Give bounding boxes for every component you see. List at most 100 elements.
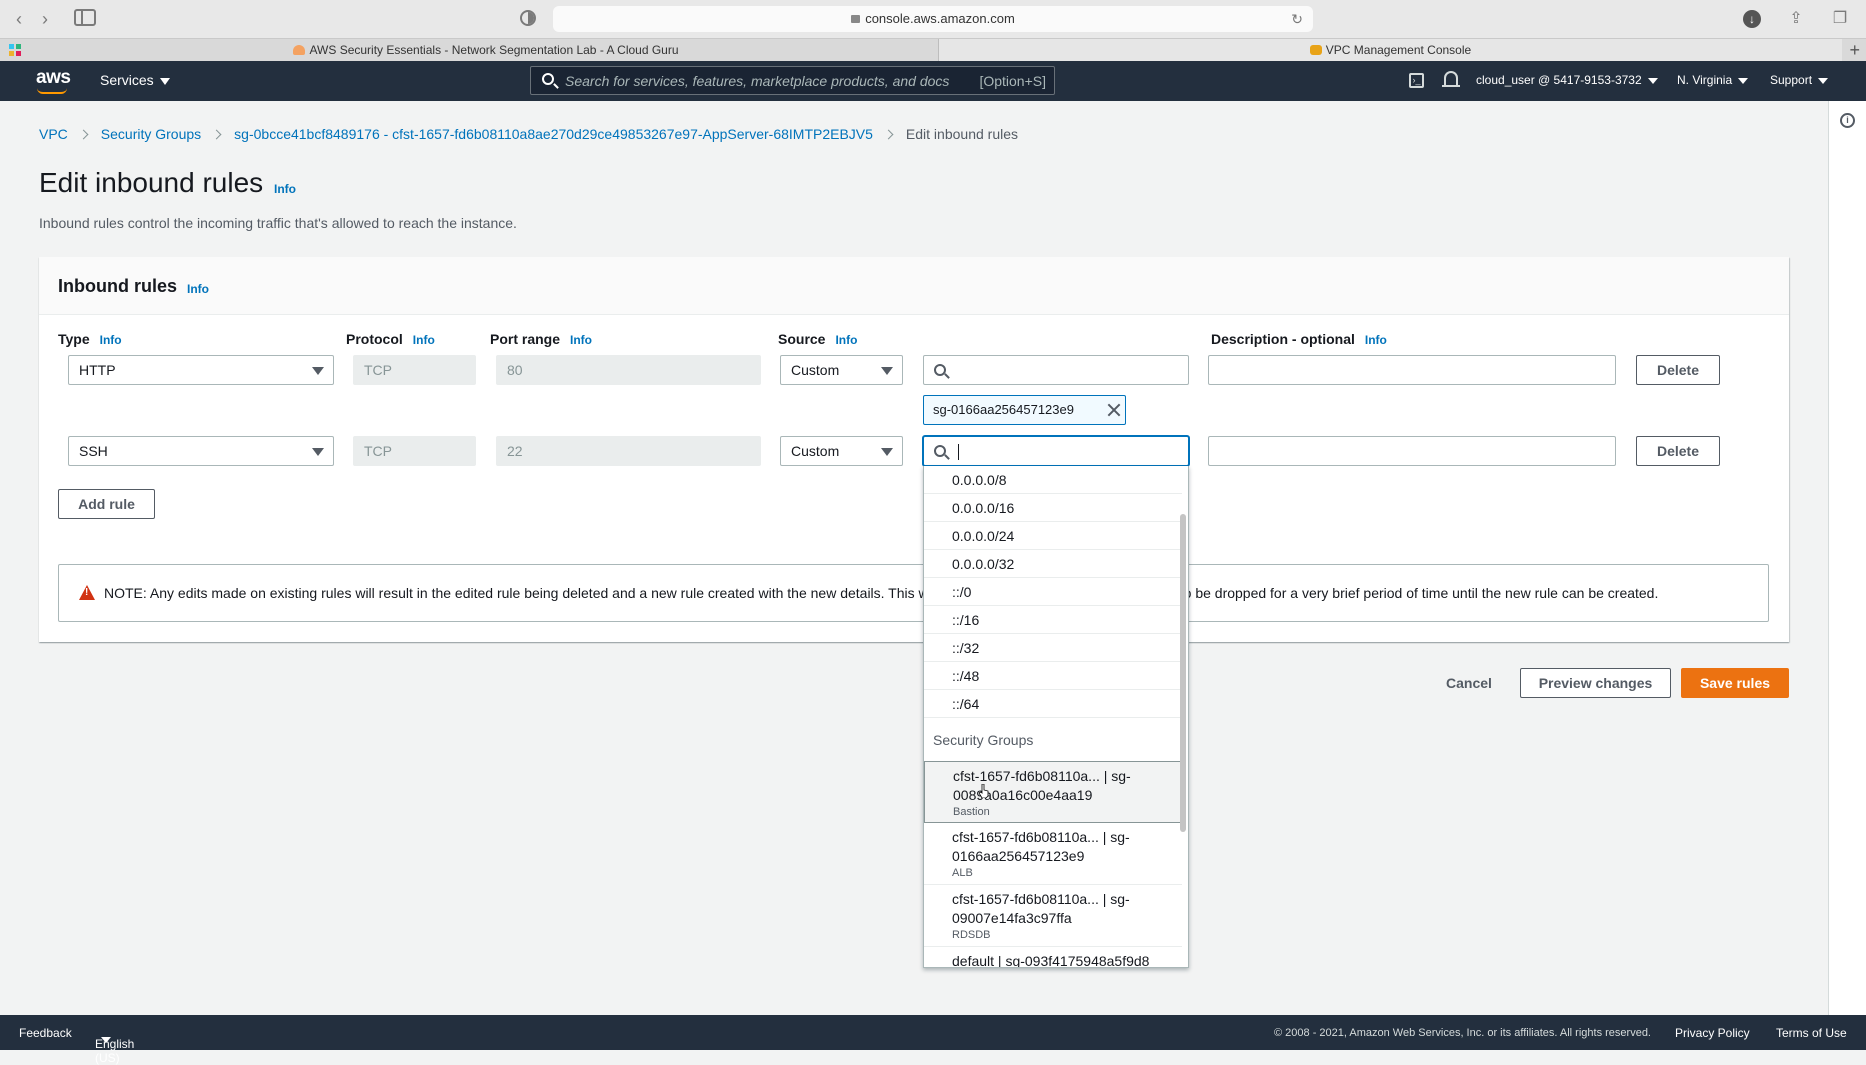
close-icon[interactable] [1107, 403, 1121, 417]
port-range-info-link[interactable]: Info [570, 333, 592, 347]
support-menu[interactable]: Support [1770, 73, 1829, 87]
dropdown-option[interactable]: 0.0.0.0/16 [924, 494, 1182, 522]
sg-option-line1: cfst-1657-fd6b08110a... | sg- [952, 829, 1130, 845]
aws-smile-icon [37, 88, 67, 94]
caret-down-icon [159, 78, 170, 85]
dropdown-option[interactable]: 0.0.0.0/8 [924, 466, 1182, 494]
dropdown-option[interactable]: 0.0.0.0/32 [924, 550, 1182, 578]
new-tab-plus-icon[interactable]: + [1849, 39, 1860, 61]
slack-icon[interactable] [9, 44, 22, 57]
security-group-option[interactable]: cfst-1657-fd6b08110a... | sg- 0089a0a16c… [924, 761, 1182, 823]
feedback-link[interactable]: Feedback [19, 1026, 72, 1040]
caret-down-icon [1818, 78, 1829, 84]
chevron-right-icon [78, 129, 89, 140]
services-menu[interactable]: Services [100, 72, 170, 88]
global-search-input[interactable]: Search for services, features, marketpla… [530, 66, 1055, 95]
support-label: Support [1770, 73, 1813, 87]
port-range-label: Port range [490, 331, 561, 347]
dropdown-option[interactable]: ::/0 [924, 578, 1182, 606]
rule-type-value: SSH [79, 443, 108, 459]
search-icon [542, 73, 554, 85]
privacy-shield-icon[interactable] [520, 10, 536, 26]
tab-acloudguru[interactable]: AWS Security Essentials - Network Segmen… [34, 39, 939, 62]
add-rule-button[interactable]: Add rule [58, 489, 155, 519]
title-info-link[interactable]: Info [274, 182, 296, 196]
search-shortcut: [Option+S] [979, 73, 1046, 89]
caret-down-icon [1738, 78, 1749, 84]
account-menu[interactable]: cloud_user @ 5417-9153-3732 [1476, 73, 1658, 87]
security-group-option[interactable]: cfst-1657-fd6b08110a... | sg- 09007e14fa… [924, 885, 1182, 947]
share-icon[interactable]: ⇪ [1785, 8, 1807, 30]
region-label: N. Virginia [1677, 73, 1733, 87]
source-info-link[interactable]: Info [835, 333, 857, 347]
tab-title: AWS Security Essentials - Network Segmen… [309, 43, 679, 57]
caret-down-icon [312, 448, 324, 456]
sg-option-line1: cfst-1657-fd6b08110a... | sg- [952, 891, 1130, 907]
hand-cursor-icon [979, 784, 989, 798]
chevron-right-icon [211, 129, 222, 140]
tab-bar: AWS Security Essentials - Network Segmen… [0, 38, 1866, 62]
description-input[interactable] [1208, 355, 1616, 385]
source-column-label: Source Info [778, 331, 857, 347]
description-input[interactable] [1208, 436, 1616, 466]
reload-icon[interactable]: ↻ [1291, 6, 1303, 32]
lock-icon [851, 15, 861, 23]
source-type-select[interactable]: Custom [780, 355, 903, 385]
type-label: Type [58, 331, 90, 347]
rule-type-select[interactable]: HTTP [68, 355, 334, 385]
type-info-link[interactable]: Info [100, 333, 122, 347]
description-info-link[interactable]: Info [1365, 333, 1387, 347]
source-type-select[interactable]: Custom [780, 436, 903, 466]
back-arrow-icon[interactable]: ‹ [8, 8, 30, 30]
security-group-option[interactable]: cfst-1657-fd6b08110a... | sg- 0166aa2564… [924, 823, 1182, 885]
dropdown-option[interactable]: ::/48 [924, 662, 1182, 690]
account-label: cloud_user @ 5417-9153-3732 [1476, 73, 1642, 87]
source-search-input[interactable] [923, 436, 1189, 466]
forward-arrow-icon[interactable]: › [34, 8, 56, 30]
cancel-button[interactable]: Cancel [1446, 675, 1492, 691]
sg-option-name: ALB [952, 867, 973, 879]
delete-rule-button[interactable]: Delete [1636, 355, 1720, 385]
tab-vpc-console[interactable]: VPC Management Console [939, 39, 1842, 62]
sidebar-toggle-icon[interactable] [74, 9, 96, 26]
warning-icon [79, 585, 95, 600]
info-icon[interactable]: i [1840, 113, 1855, 128]
protocol-info-link[interactable]: Info [413, 333, 435, 347]
source-search-input[interactable] [923, 355, 1189, 385]
cloudshell-icon[interactable]: ›_ [1409, 73, 1424, 88]
chevron-right-icon [883, 129, 894, 140]
dropdown-option[interactable]: 0.0.0.0/24 [924, 522, 1182, 550]
browser-toolbar: ‹ › console.aws.amazon.com ↻ ↓ ⇪ ❐ [0, 0, 1866, 38]
preview-changes-button[interactable]: Preview changes [1520, 668, 1671, 698]
rule-type-select[interactable]: SSH [68, 436, 334, 466]
security-group-option[interactable]: default | sg-093f4175948a5f9d8 [924, 947, 1182, 967]
notifications-bell-icon[interactable] [1442, 71, 1460, 87]
breadcrumb-security-group[interactable]: sg-0bcce41bcf8489176 - cfst-1657-fd6b081… [234, 126, 873, 142]
breadcrumb-vpc[interactable]: VPC [39, 126, 68, 142]
address-bar[interactable]: console.aws.amazon.com ↻ [553, 6, 1313, 32]
save-rules-button[interactable]: Save rules [1681, 668, 1789, 698]
source-type-value: Custom [791, 443, 840, 459]
tabs-overview-icon[interactable]: ❐ [1829, 8, 1851, 30]
dropdown-option[interactable]: ::/32 [924, 634, 1182, 662]
delete-rule-button[interactable]: Delete [1636, 436, 1720, 466]
aws-logo[interactable]: aws [36, 67, 71, 89]
dropdown-scrollbar[interactable] [1180, 514, 1186, 832]
text-cursor [958, 444, 959, 460]
breadcrumb-current: Edit inbound rules [905, 126, 1018, 142]
sg-option-line2: 0166aa2564571​23e9 [952, 848, 1085, 864]
warning-alert: NOTE: Any edits made on existing rules w… [58, 564, 1769, 622]
download-icon[interactable]: ↓ [1743, 10, 1761, 28]
terms-of-use-link[interactable]: Terms of Use [1776, 1026, 1847, 1040]
cloud-favicon-icon [293, 45, 306, 55]
privacy-policy-link[interactable]: Privacy Policy [1675, 1026, 1750, 1040]
breadcrumb-security-groups[interactable]: Security Groups [101, 126, 201, 142]
dropdown-group-label: Security Groups [933, 732, 1034, 748]
caret-down-icon [881, 367, 893, 375]
panel-info-link[interactable]: Info [187, 282, 209, 296]
breadcrumb: VPC Security Groups sg-0bcce41bcf8489176 -… [39, 126, 1018, 142]
dropdown-option[interactable]: ::/16 [924, 606, 1182, 634]
dropdown-option[interactable]: ::/64 [924, 690, 1182, 718]
region-menu[interactable]: N. Virginia [1677, 73, 1749, 87]
page-title: Edit inbound rules [39, 167, 264, 198]
